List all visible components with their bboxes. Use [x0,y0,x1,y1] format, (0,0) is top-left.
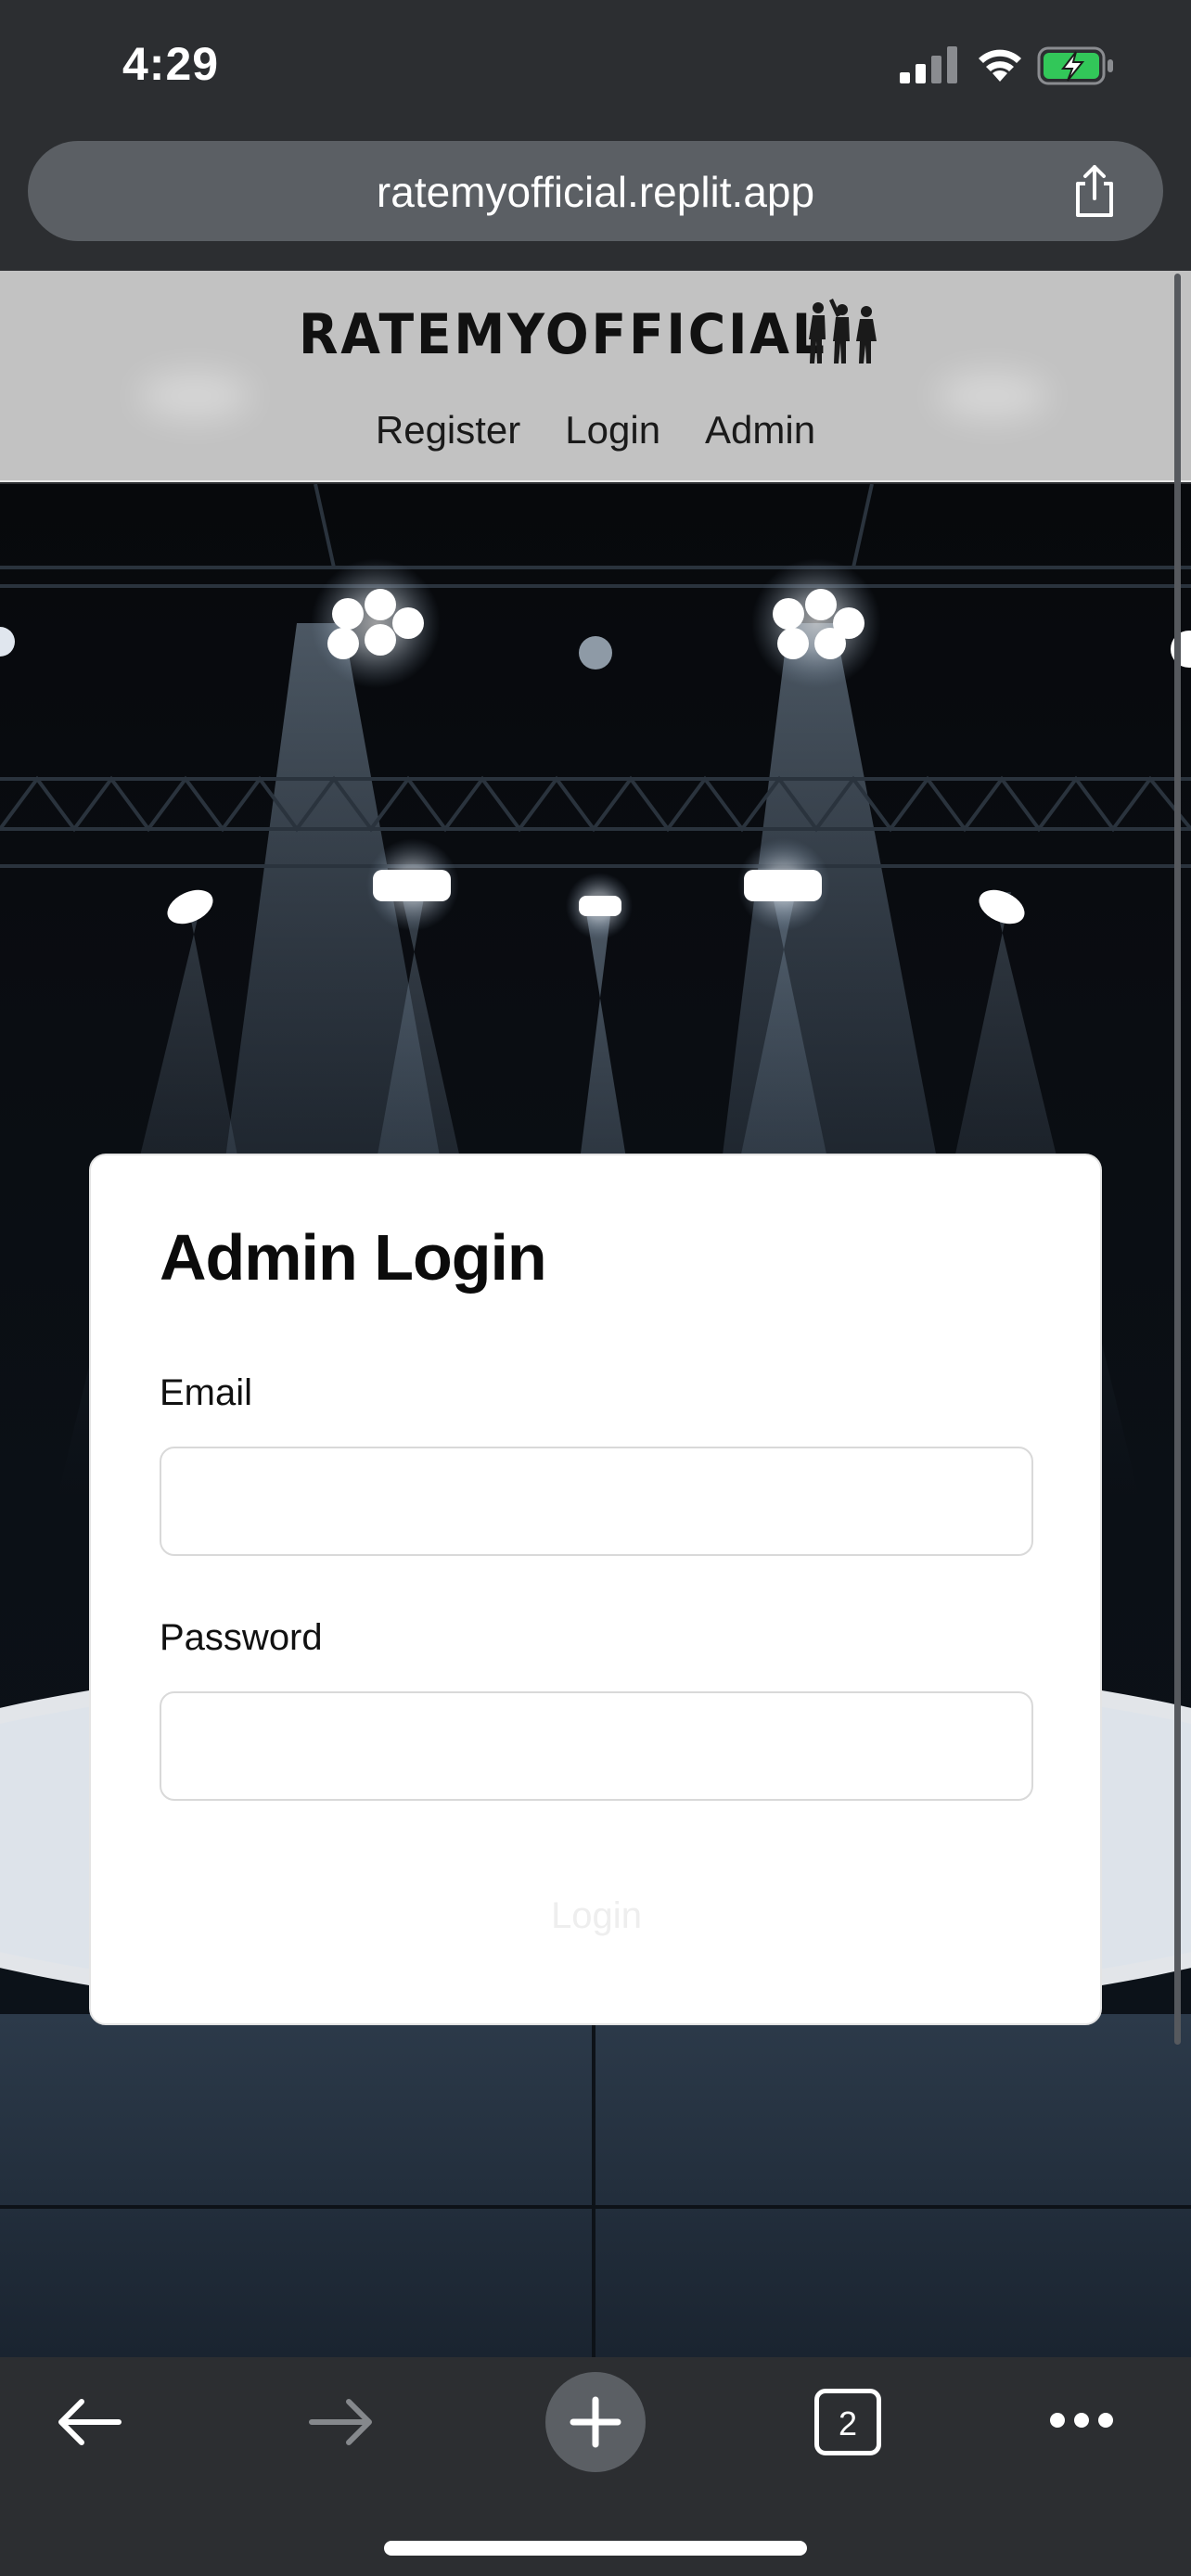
battery-charging-icon [1037,46,1113,85]
login-button[interactable]: Login [160,1869,1033,1962]
admin-login-card: Admin Login Email Password Login [89,1154,1102,2025]
forward-arrow-icon[interactable] [306,2394,377,2450]
page-scrollbar[interactable] [1174,274,1181,2045]
referee-silhouettes-icon [809,299,877,363]
more-icon[interactable] [1048,2411,1115,2429]
address-bar[interactable]: ratemyofficial.replit.app [28,141,1163,241]
url-text[interactable]: ratemyofficial.replit.app [28,167,1163,217]
email-label: Email [160,1372,253,1413]
back-arrow-icon[interactable] [54,2394,124,2450]
site-nav: Register Login Admin [0,408,1191,453]
email-field[interactable] [160,1447,1033,1556]
tabs-icon[interactable]: 2 [814,2389,881,2455]
tab-count: 2 [838,2404,858,2442]
status-time: 4:29 [122,38,220,90]
nav-login[interactable]: Login [565,408,660,453]
status-bar: 4:29 [0,0,1191,139]
site-header: RATEMYOFFICIAL Register Login Admin [0,271,1191,482]
cellular-signal-icon [900,46,957,83]
share-icon[interactable] [1069,163,1121,219]
password-label: Password [160,1617,323,1658]
home-indicator [384,2541,807,2556]
password-field[interactable] [160,1691,1033,1801]
new-tab-plus-icon[interactable] [545,2372,646,2472]
nav-admin[interactable]: Admin [705,408,815,453]
nav-register[interactable]: Register [376,408,520,453]
site-logo[interactable]: RATEMYOFFICIAL [299,302,827,367]
wifi-icon [979,49,1021,82]
page-title: Admin Login [160,1221,547,1294]
